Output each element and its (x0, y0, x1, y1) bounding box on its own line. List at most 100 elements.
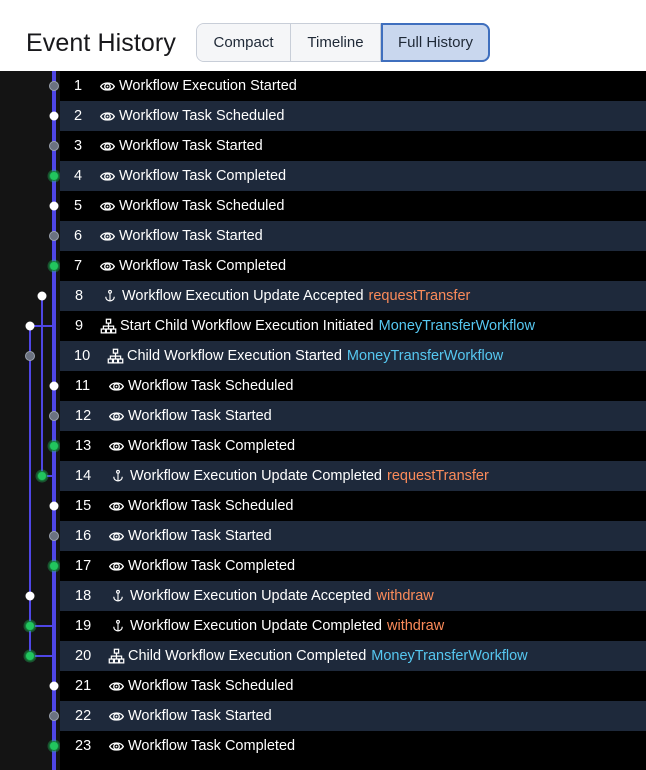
event-name: Workflow Task Scheduled (128, 378, 294, 394)
event-row[interactable]: 3 Workflow Task Started (60, 131, 646, 161)
event-id: 14 (75, 468, 92, 484)
event-name: Workflow Task Started (128, 708, 272, 724)
event-node-started (49, 411, 59, 421)
eye-icon (107, 737, 125, 755)
event-row[interactable]: 9 Start Child Workflow Execution Initiate… (60, 311, 646, 341)
event-name: Workflow Task Completed (119, 258, 287, 274)
event-name: Workflow Task Scheduled (119, 198, 285, 214)
event-row[interactable]: 2 Workflow Task Scheduled (60, 101, 646, 131)
event-node-completed (49, 171, 59, 181)
event-name: Workflow Execution Update Accepted (130, 588, 372, 604)
event-name: Child Workflow Execution Started (127, 348, 342, 364)
event-row[interactable]: 16 Workflow Task Started (60, 521, 646, 551)
event-row[interactable]: 12 Workflow Task Started (60, 401, 646, 431)
eye-icon (98, 77, 116, 95)
event-detail-link[interactable]: withdraw (387, 618, 444, 634)
event-row[interactable]: 7 Workflow Task Completed (60, 251, 646, 281)
event-name: Workflow Execution Started (119, 78, 297, 94)
event-name: Workflow Task Scheduled (128, 498, 294, 514)
eye-icon (98, 257, 116, 275)
event-node-started (49, 711, 59, 721)
eye-icon (107, 407, 125, 425)
event-row[interactable]: 18 Workflow Execution Update Accepted with… (60, 581, 646, 611)
event-name: Workflow Task Scheduled (128, 678, 294, 694)
event-detail-link[interactable]: MoneyTransferWorkflow (371, 648, 527, 664)
event-detail-link[interactable]: MoneyTransferWorkflow (347, 348, 503, 364)
event-row[interactable]: 17 Workflow Task Completed (60, 551, 646, 581)
event-row[interactable]: 15 Workflow Task Scheduled (60, 491, 646, 521)
event-history-list: 1 Workflow Execution Started 2 Workflow Tas… (0, 71, 646, 770)
event-node-scheduled (49, 501, 59, 511)
event-id: 18 (75, 588, 92, 604)
event-id: 8 (75, 288, 84, 304)
event-node-scheduled (37, 291, 47, 301)
event-row[interactable]: 20 Child Workflow Execution Completed Mone… (60, 641, 646, 671)
header: Event History Compact Timeline Full Hist… (0, 0, 646, 71)
event-id: 2 (74, 108, 83, 124)
event-row[interactable]: 23 Workflow Task Completed (60, 731, 646, 761)
event-id: 7 (74, 258, 83, 274)
event-name: Workflow Task Completed (128, 738, 296, 754)
event-row[interactable]: 19 Workflow Execution Update Completed wit… (60, 611, 646, 641)
event-node-completed (49, 561, 59, 571)
event-graph (23, 71, 60, 770)
event-node-scheduled (49, 111, 59, 121)
event-node-scheduled (25, 321, 35, 331)
eye-icon (98, 107, 116, 125)
event-row[interactable]: 6 Workflow Task Started (60, 221, 646, 251)
event-name: Child Workflow Execution Completed (128, 648, 367, 664)
event-id: 19 (75, 618, 92, 634)
event-id: 22 (75, 708, 92, 724)
event-name: Workflow Task Scheduled (119, 108, 285, 124)
event-row[interactable]: 21 Workflow Task Scheduled (60, 671, 646, 701)
event-node-scheduled (49, 681, 59, 691)
eye-icon (107, 557, 125, 575)
event-node-completed (37, 471, 47, 481)
event-row[interactable]: 4 Workflow Task Completed (60, 161, 646, 191)
event-node-started (49, 141, 59, 151)
event-row[interactable]: 11 Workflow Task Scheduled (60, 371, 646, 401)
event-name: Workflow Task Started (128, 528, 272, 544)
event-name: Workflow Task Started (119, 228, 263, 244)
event-row[interactable]: 10 Child Workflow Execution Started MoneyT… (60, 341, 646, 371)
event-detail-link[interactable]: requestTransfer (387, 468, 489, 484)
event-name: Workflow Task Completed (119, 168, 287, 184)
eye-icon (98, 227, 116, 245)
event-id: 6 (74, 228, 83, 244)
event-id: 11 (75, 378, 91, 394)
eye-icon (98, 167, 116, 185)
event-id: 23 (75, 738, 92, 754)
view-full-history-button[interactable]: Full History (381, 23, 490, 62)
event-id: 20 (75, 648, 92, 664)
event-id: 5 (74, 198, 83, 214)
event-node-scheduled (25, 591, 35, 601)
event-node-started (49, 531, 59, 541)
event-row[interactable]: 1 Workflow Execution Started (60, 71, 646, 101)
event-node-scheduled (49, 381, 59, 391)
event-row[interactable]: 13 Workflow Task Completed (60, 431, 646, 461)
view-timeline-button[interactable]: Timeline (291, 24, 381, 61)
eye-icon (107, 437, 125, 455)
event-detail-link[interactable]: withdraw (377, 588, 434, 604)
page-title: Event History (26, 29, 176, 57)
event-node-started (49, 81, 59, 91)
event-row[interactable]: 22 Workflow Task Started (60, 701, 646, 731)
event-detail-link[interactable]: MoneyTransferWorkflow (379, 318, 535, 334)
event-row[interactable]: 8 Workflow Execution Update Accepted reque… (60, 281, 646, 311)
event-row[interactable]: 5 Workflow Task Scheduled (60, 191, 646, 221)
event-node-completed (49, 441, 59, 451)
event-name: Workflow Task Started (119, 138, 263, 154)
event-id: 10 (74, 348, 91, 364)
event-name: Workflow Execution Update Completed (130, 468, 382, 484)
event-id: 17 (75, 558, 92, 574)
event-id: 13 (75, 438, 92, 454)
view-compact-button[interactable]: Compact (197, 24, 291, 61)
event-detail-link[interactable]: requestTransfer (369, 288, 471, 304)
eye-icon (107, 377, 125, 395)
event-id: 12 (75, 408, 92, 424)
event-row[interactable]: 14 Workflow Execution Update Completed req… (60, 461, 646, 491)
event-id: 21 (75, 678, 92, 694)
event-id: 3 (74, 138, 83, 154)
event-node-completed (25, 621, 35, 631)
event-node-completed (25, 651, 35, 661)
